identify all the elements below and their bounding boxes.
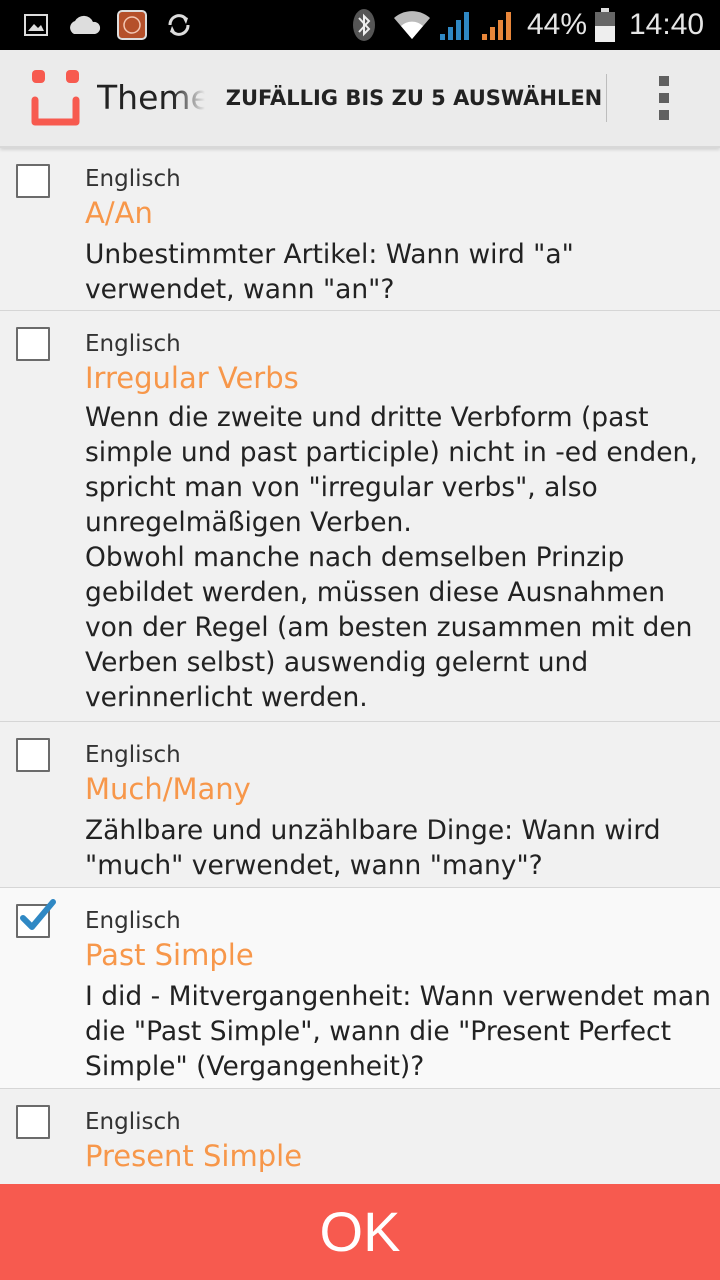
topic-category: Englisch [85,1109,181,1135]
app-title: Themen [97,78,205,117]
battery-percentage: 44% [527,8,588,41]
topic-title: Much/Many [85,772,251,806]
overflow-menu-icon[interactable] [630,50,698,146]
topic-description: I did - Mitvergangenheit: Wann verwendet… [85,981,711,1082]
random-select-button[interactable]: ZUFÄLLIG BIS ZU 5 AUSWÄHLEN [222,50,606,146]
action-bar-divider [606,74,607,122]
topic-category: Englisch [85,331,181,357]
topic-checkbox[interactable] [16,164,50,198]
signal-icon [480,0,516,50]
topic-description: Wenn die zweite und dritte Verbform (pas… [85,402,698,713]
cloud-icon [66,0,102,50]
topic-category: Englisch [85,166,181,192]
topic-category: Englisch [85,908,181,934]
signal-icon [438,0,474,50]
topic-checkbox-checked[interactable] [16,899,56,938]
topic-checkbox[interactable] [16,1105,50,1139]
list-item[interactable]: Englisch Past Simple I did - Mitvergange… [0,888,720,1089]
topic-checkbox[interactable] [16,327,50,361]
topic-title: Past Simple [85,938,254,972]
topic-list: Englisch A/An Unbestimmter Artikel: Wann… [0,148,720,1184]
clock: 14:40 [629,8,705,41]
bluetooth-icon [352,0,376,50]
image-icon [24,0,48,50]
topic-category: Englisch [85,742,181,768]
mi-icon [117,0,147,50]
topic-title: Present Simple [85,1139,303,1173]
list-item[interactable]: Englisch Much/Many Zählbare und unzählba… [0,722,720,888]
app-logo-icon[interactable] [26,66,86,130]
battery-icon [594,0,616,50]
check-icon [20,899,56,930]
topic-title: A/An [85,196,153,230]
wifi-icon [392,0,432,50]
ok-button[interactable]: OK [0,1184,720,1280]
topic-checkbox[interactable] [16,738,50,772]
list-item[interactable]: Englisch Present Simple [0,1089,720,1184]
topic-description: Unbestimmter Artikel: Wann wird "a" verw… [85,239,574,305]
sync-icon [165,0,193,50]
topic-title: Irregular Verbs [85,361,299,395]
list-item[interactable]: Englisch Irregular Verbs Wenn die zweite… [0,311,720,722]
status-bar: 44% 14:40 [0,0,720,50]
topic-description: Zählbare und unzählbare Dinge: Wann wird… [85,815,661,881]
action-bar: Themen ZUFÄLLIG BIS ZU 5 AUSWÄHLEN [0,50,720,148]
list-item[interactable]: Englisch A/An Unbestimmter Artikel: Wann… [0,148,720,311]
